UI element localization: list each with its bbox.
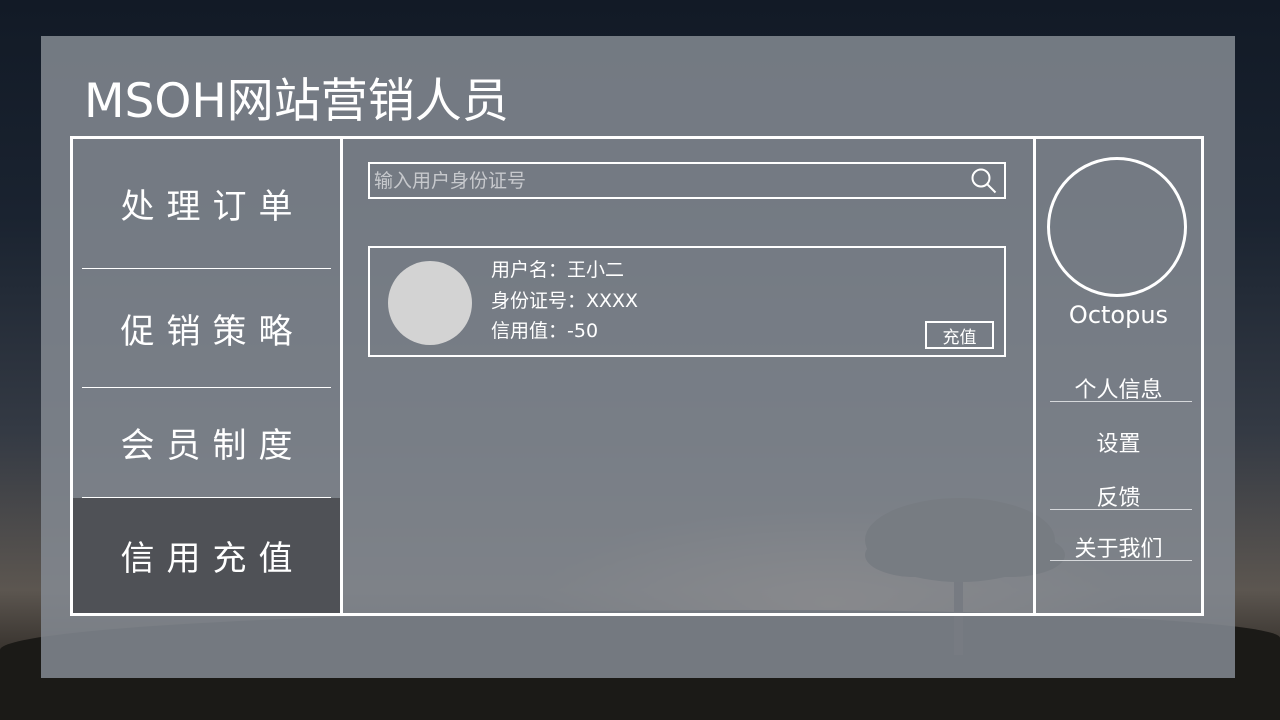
recharge-button[interactable]: 充值 xyxy=(925,321,994,349)
profile-name: Octopus xyxy=(1068,301,1169,329)
main-content: 用户名：王小二 身份证号：XXXX 信用值：-50 充值 xyxy=(343,139,1033,613)
search-button[interactable] xyxy=(964,164,1004,197)
sidebar-item-label: 促销策略 xyxy=(120,311,305,352)
user-name: 用户名：王小二 xyxy=(491,259,625,281)
menu-feedback[interactable]: 反馈 xyxy=(1036,480,1201,512)
divider xyxy=(1050,560,1192,561)
menu-personal-info[interactable]: 个人信息 xyxy=(1036,372,1201,404)
user-id-number: 身份证号：XXXX xyxy=(491,290,639,312)
avatar[interactable] xyxy=(1047,157,1187,297)
search-input[interactable] xyxy=(370,163,964,198)
divider xyxy=(1050,401,1192,402)
sidebar: 处理订单 促销策略 会员制度 信用充值 xyxy=(73,139,343,613)
sidebar-item-process-orders[interactable]: 处理订单 xyxy=(73,139,340,268)
sidebar-item-label: 处理订单 xyxy=(120,187,305,227)
sidebar-item-credit-recharge[interactable]: 信用充值 xyxy=(73,498,340,613)
search-bar xyxy=(368,162,1006,199)
user-credit: 信用值：-50 xyxy=(491,320,599,342)
menu-about-us[interactable]: 关于我们 xyxy=(1036,531,1201,563)
sidebar-item-label: 会员制度 xyxy=(120,426,305,466)
search-icon xyxy=(971,168,997,193)
divider xyxy=(1050,509,1192,510)
page-title: MSOH网站营销人员 xyxy=(84,74,509,129)
sidebar-item-promotion-strategy[interactable]: 促销策略 xyxy=(73,269,340,387)
app-frame: 处理订单 促销策略 会员制度 信用充值 用户名：王小二 身 xyxy=(70,136,1204,616)
sidebar-item-label: 信用充值 xyxy=(120,539,305,579)
menu-settings[interactable]: 设置 xyxy=(1036,426,1201,458)
user-card: 用户名：王小二 身份证号：XXXX 信用值：-50 充值 xyxy=(368,246,1006,357)
profile-panel: Octopus 个人信息 设置 反馈 关于我们 xyxy=(1033,139,1201,613)
sidebar-item-membership[interactable]: 会员制度 xyxy=(73,388,340,497)
user-avatar xyxy=(388,261,472,345)
